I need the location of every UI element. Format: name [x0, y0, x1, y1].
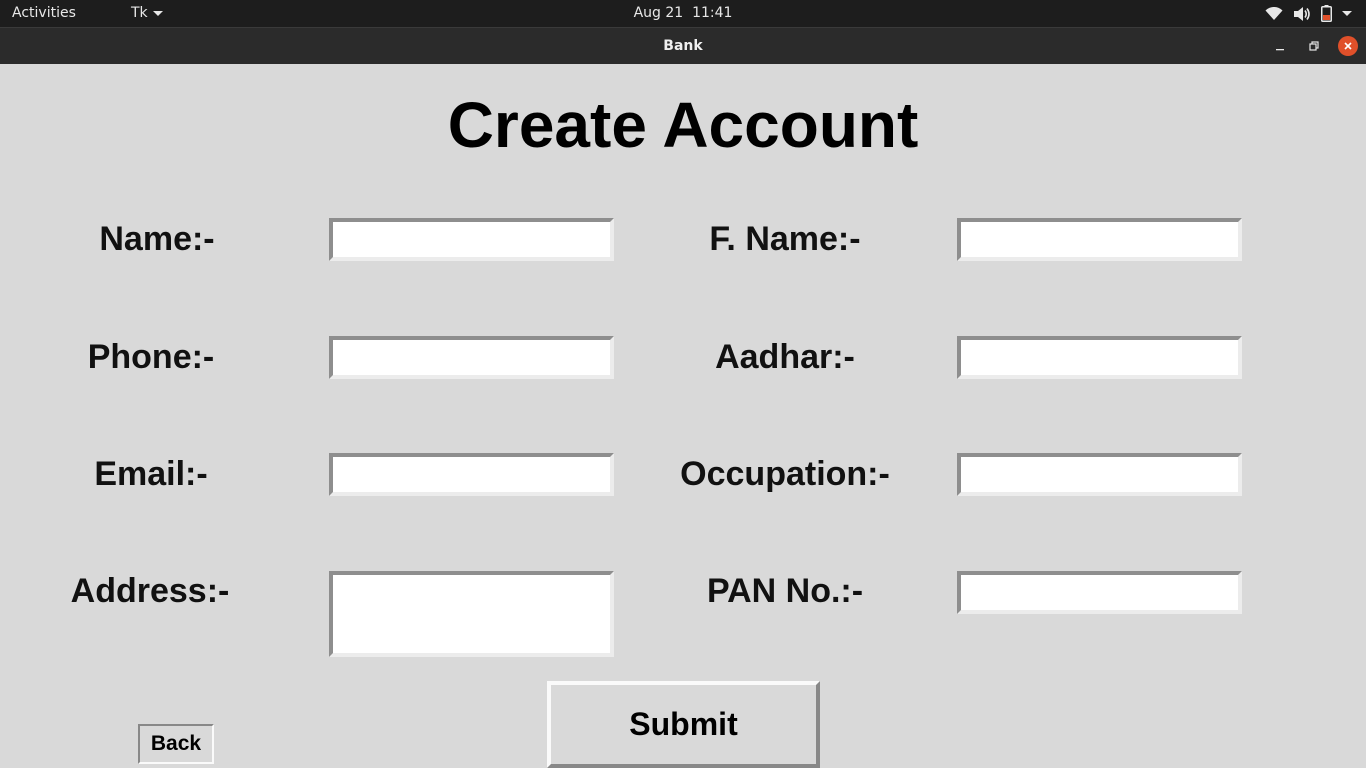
battery-icon [1321, 5, 1332, 22]
occupation-input[interactable] [957, 453, 1242, 496]
name-input[interactable] [329, 218, 614, 261]
create-account-form: Create Account Name:- F. Name:- Phone:- … [0, 64, 1366, 768]
window-titlebar[interactable]: Bank [0, 27, 1366, 64]
wifi-icon [1265, 6, 1283, 20]
clock: Aug 21 11:41 [0, 5, 1366, 21]
app-menu-label: Tk [131, 5, 148, 21]
email-label: Email:- [94, 455, 208, 493]
close-icon [1344, 42, 1352, 50]
pan-input[interactable] [957, 571, 1242, 614]
minimize-icon [1276, 49, 1284, 51]
aadhar-input[interactable] [957, 336, 1242, 379]
volume-icon [1294, 6, 1310, 21]
clock-button[interactable]: Aug 21 11:41 [634, 5, 733, 21]
aadhar-label: Aadhar:- [715, 338, 855, 376]
system-tray[interactable] [1265, 5, 1352, 22]
email-input[interactable] [329, 453, 614, 496]
clock-date: Aug 21 [633, 5, 684, 21]
name-label: Name:- [99, 220, 215, 258]
restore-button[interactable] [1304, 36, 1324, 56]
clock-time: 11:41 [692, 5, 733, 21]
app-menu[interactable]: Tk [131, 5, 163, 21]
submit-button[interactable]: Submit [547, 681, 820, 768]
back-button[interactable]: Back [138, 724, 214, 764]
activities-button[interactable]: Activities [12, 5, 76, 21]
father-name-label: F. Name:- [709, 220, 861, 258]
occupation-label: Occupation:- [680, 455, 890, 493]
address-textarea[interactable] [329, 571, 614, 657]
window-title: Bank [663, 38, 703, 54]
system-menu-icon [1342, 11, 1352, 16]
phone-label: Phone:- [87, 338, 215, 376]
page-title: Create Account [447, 89, 919, 161]
father-name-input[interactable] [957, 218, 1242, 261]
restore-icon [1309, 41, 1319, 51]
system-top-bar: Activities Tk Aug 21 11:41 [0, 0, 1366, 27]
address-label: Address:- [70, 572, 230, 610]
close-button[interactable] [1338, 36, 1358, 56]
chevron-down-icon [152, 10, 163, 16]
phone-input[interactable] [329, 336, 614, 379]
pan-label: PAN No.:- [706, 572, 864, 610]
minimize-button[interactable] [1270, 36, 1290, 56]
